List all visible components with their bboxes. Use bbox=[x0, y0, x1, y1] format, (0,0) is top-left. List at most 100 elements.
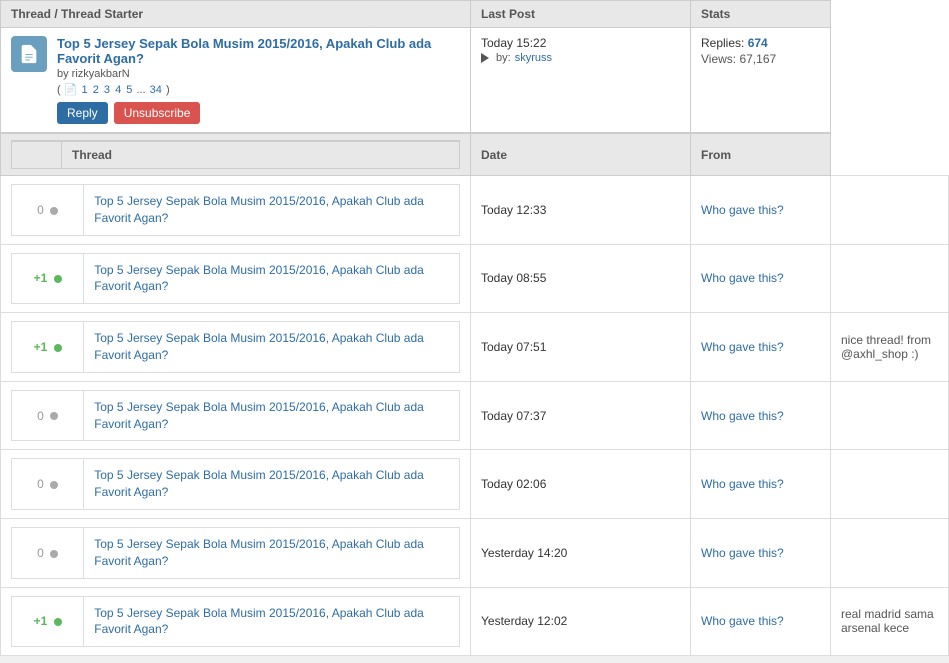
thread-actions: Reply Unsubscribe bbox=[57, 102, 460, 124]
post-main-cell: 0 Top 5 Jersey Sepak Bola Musim 2015/201… bbox=[1, 176, 471, 245]
vote-value: 0 bbox=[37, 203, 44, 217]
post-title-link[interactable]: Top 5 Jersey Sepak Bola Musim 2015/2016,… bbox=[94, 468, 424, 499]
post-comment-cell bbox=[831, 176, 949, 245]
main-table: Thread / Thread Starter Last Post Stats … bbox=[0, 0, 949, 656]
main-header-row: Thread / Thread Starter Last Post Stats bbox=[1, 1, 949, 28]
last-post-by: by: skyruss bbox=[481, 52, 680, 64]
sub-col-vote-header bbox=[12, 141, 62, 169]
post-from-link[interactable]: Who gave this? bbox=[701, 477, 784, 491]
thread-author: by rizkyakbarN bbox=[57, 68, 460, 80]
post-title-link[interactable]: Top 5 Jersey Sepak Bola Musim 2015/2016,… bbox=[94, 263, 424, 294]
post-date-cell: Yesterday 12:02 bbox=[471, 587, 691, 656]
page-link-5[interactable]: 5 bbox=[126, 84, 132, 96]
vote-dot bbox=[50, 550, 58, 558]
post-title-cell: Top 5 Jersey Sepak Bola Musim 2015/2016,… bbox=[84, 253, 460, 304]
post-from-cell: Who gave this? bbox=[691, 244, 831, 313]
post-main-cell: 0 Top 5 Jersey Sepak Bola Musim 2015/201… bbox=[1, 518, 471, 587]
post-from-cell: Who gave this? bbox=[691, 176, 831, 245]
post-from-cell: Who gave this? bbox=[691, 587, 831, 656]
post-from-link[interactable]: Who gave this? bbox=[701, 271, 784, 285]
page-link-1[interactable]: 1 bbox=[82, 84, 88, 96]
header-thread-col: Thread / Thread Starter bbox=[1, 1, 471, 28]
sub-header-date: Date bbox=[471, 133, 691, 176]
post-date-cell: Today 12:33 bbox=[471, 176, 691, 245]
vote-cell: +1 bbox=[12, 253, 84, 304]
unsubscribe-button[interactable]: Unsubscribe bbox=[114, 102, 201, 124]
vote-dot bbox=[50, 481, 58, 489]
post-row: +1 Top 5 Jersey Sepak Bola Musim 2015/20… bbox=[1, 587, 949, 656]
post-title-link[interactable]: Top 5 Jersey Sepak Bola Musim 2015/2016,… bbox=[94, 194, 424, 225]
page-link-2[interactable]: 2 bbox=[93, 84, 99, 96]
last-post-by-label: by: bbox=[496, 52, 511, 64]
post-from-link[interactable]: Who gave this? bbox=[701, 546, 784, 560]
post-row: 0 Top 5 Jersey Sepak Bola Musim 2015/201… bbox=[1, 518, 949, 587]
page-link-3[interactable]: 3 bbox=[104, 84, 110, 96]
thread-title-link[interactable]: Top 5 Jersey Sepak Bola Musim 2015/2016,… bbox=[57, 36, 431, 66]
reply-button[interactable]: Reply bbox=[57, 102, 108, 124]
thread-pages: ( 📄 1 2 3 4 5 ... 34 ) bbox=[57, 83, 460, 96]
post-row: 0 Top 5 Jersey Sepak Bola Musim 2015/201… bbox=[1, 381, 949, 450]
post-title-link[interactable]: Top 5 Jersey Sepak Bola Musim 2015/2016,… bbox=[94, 537, 424, 568]
vote-dot bbox=[50, 412, 58, 420]
play-icon bbox=[481, 53, 489, 63]
pages-suffix: ) bbox=[166, 84, 170, 96]
vote-value: +1 bbox=[34, 340, 48, 354]
views-count: 67,167 bbox=[739, 52, 776, 66]
thread-starter-main-cell: Top 5 Jersey Sepak Bola Musim 2015/2016,… bbox=[1, 28, 471, 134]
vote-cell: +1 bbox=[12, 322, 84, 373]
post-comment-cell bbox=[831, 518, 949, 587]
vote-cell: 0 bbox=[12, 185, 84, 236]
vote-cell: 0 bbox=[12, 527, 84, 578]
last-post-cell: Today 15:22 by: skyruss bbox=[471, 28, 691, 134]
vote-cell: +1 bbox=[12, 596, 84, 647]
post-comment-cell bbox=[831, 244, 949, 313]
sub-col-thread-header: Thread bbox=[62, 141, 460, 169]
post-row: 0 Top 5 Jersey Sepak Bola Musim 2015/201… bbox=[1, 176, 949, 245]
last-post-time: Today 15:22 bbox=[481, 36, 680, 50]
post-title-cell: Top 5 Jersey Sepak Bola Musim 2015/2016,… bbox=[84, 390, 460, 441]
post-from-link[interactable]: Who gave this? bbox=[701, 203, 784, 217]
replies-count-link[interactable]: 674 bbox=[748, 36, 768, 50]
vote-value: 0 bbox=[37, 477, 44, 491]
thread-starter-content: Top 5 Jersey Sepak Bola Musim 2015/2016,… bbox=[11, 36, 460, 124]
post-date-cell: Today 07:51 bbox=[471, 313, 691, 382]
page-link-4[interactable]: 4 bbox=[115, 84, 121, 96]
replies-label: Replies: bbox=[701, 36, 744, 50]
post-title-cell: Top 5 Jersey Sepak Bola Musim 2015/2016,… bbox=[84, 596, 460, 647]
post-from-link[interactable]: Who gave this? bbox=[701, 409, 784, 423]
post-title-link[interactable]: Top 5 Jersey Sepak Bola Musim 2015/2016,… bbox=[94, 400, 424, 431]
post-main-cell: 0 Top 5 Jersey Sepak Bola Musim 2015/201… bbox=[1, 381, 471, 450]
vote-dot bbox=[54, 344, 62, 352]
vote-value: +1 bbox=[34, 271, 48, 285]
post-title-cell: Top 5 Jersey Sepak Bola Musim 2015/2016,… bbox=[84, 527, 460, 578]
post-title-cell: Top 5 Jersey Sepak Bola Musim 2015/2016,… bbox=[84, 185, 460, 236]
page-icon: 📄 bbox=[64, 84, 78, 96]
vote-value: +1 bbox=[34, 614, 48, 628]
vote-dot bbox=[50, 207, 58, 215]
post-title-cell: Top 5 Jersey Sepak Bola Musim 2015/2016,… bbox=[84, 459, 460, 510]
post-row: +1 Top 5 Jersey Sepak Bola Musim 2015/20… bbox=[1, 244, 949, 313]
post-from-cell: Who gave this? bbox=[691, 313, 831, 382]
post-from-link[interactable]: Who gave this? bbox=[701, 614, 784, 628]
vote-dot bbox=[54, 275, 62, 283]
post-from-cell: Who gave this? bbox=[691, 450, 831, 519]
post-comment-cell: real madrid sama arsenal kece bbox=[831, 587, 949, 656]
stats-views: Views: 67,167 bbox=[701, 52, 820, 66]
document-icon bbox=[18, 43, 40, 65]
post-from-cell: Who gave this? bbox=[691, 381, 831, 450]
post-main-cell: 0 Top 5 Jersey Sepak Bola Musim 2015/201… bbox=[1, 450, 471, 519]
sub-header-row: Thread Date From bbox=[1, 133, 949, 176]
page-link-34[interactable]: 34 bbox=[150, 84, 162, 96]
post-from-link[interactable]: Who gave this? bbox=[701, 340, 784, 354]
post-main-cell: +1 Top 5 Jersey Sepak Bola Musim 2015/20… bbox=[1, 313, 471, 382]
thread-info: Top 5 Jersey Sepak Bola Musim 2015/2016,… bbox=[57, 36, 460, 124]
post-title-link[interactable]: Top 5 Jersey Sepak Bola Musim 2015/2016,… bbox=[94, 606, 424, 637]
header-stats-col: Stats bbox=[691, 1, 831, 28]
sub-header-thread: Thread bbox=[1, 133, 471, 176]
avatar bbox=[11, 36, 47, 72]
pages-prefix: ( bbox=[57, 84, 61, 96]
vote-dot bbox=[54, 618, 62, 626]
last-post-user-link[interactable]: skyruss bbox=[515, 52, 552, 64]
post-title-link[interactable]: Top 5 Jersey Sepak Bola Musim 2015/2016,… bbox=[94, 331, 424, 362]
post-comment-cell bbox=[831, 381, 949, 450]
